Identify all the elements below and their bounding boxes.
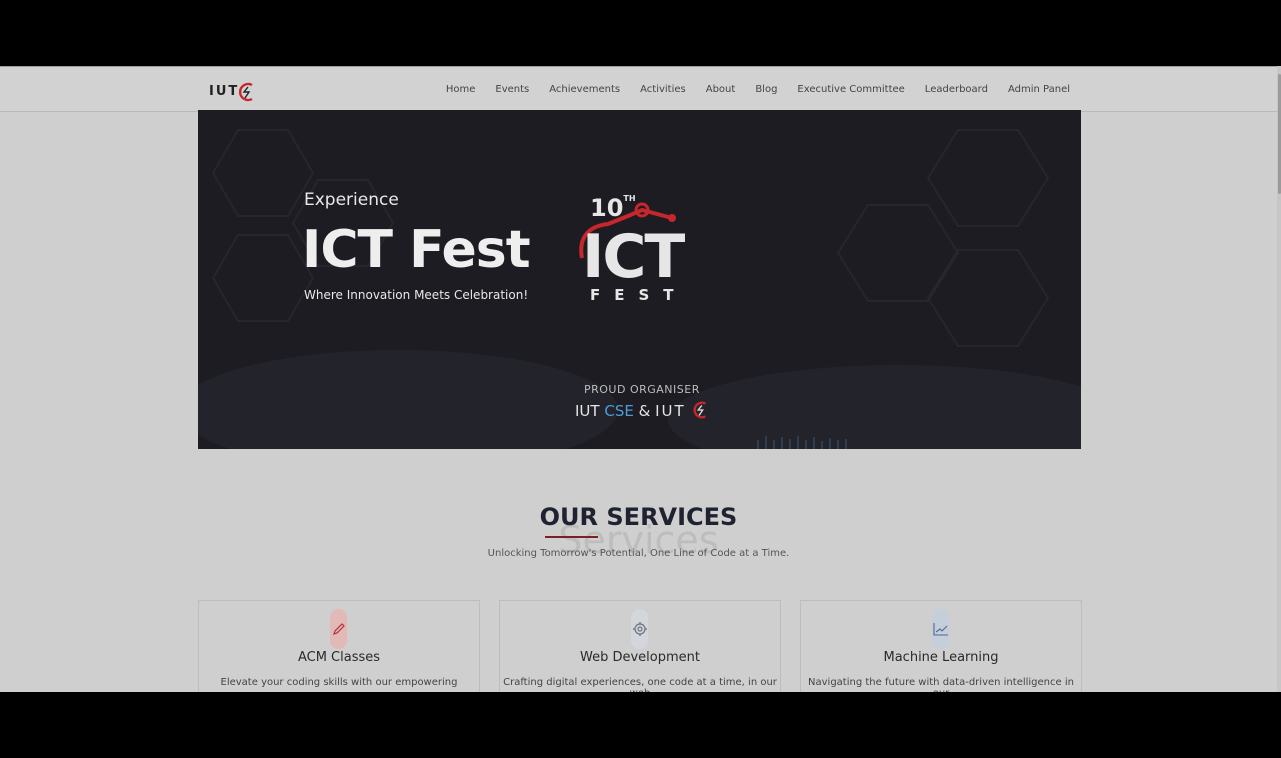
- chart-icon: [932, 609, 949, 649]
- service-card-machine-learning[interactable]: Machine Learning Navigating the future w…: [800, 600, 1082, 692]
- badge-10th: 10TH: [590, 194, 636, 222]
- nav-link-executive-committee[interactable]: Executive Committee: [797, 84, 904, 95]
- services-subtitle: Unlocking Tomorrow's Potential, One Line…: [487, 548, 790, 559]
- org-iutcs: IUT: [655, 402, 686, 420]
- logo-c-mark: [239, 82, 253, 102]
- org-iut: IUT: [575, 402, 600, 420]
- nav-link-admin-panel[interactable]: Admin Panel: [1008, 84, 1070, 95]
- navbar: IUT Home Events Achievements Activities …: [0, 66, 1277, 112]
- service-card-title: Machine Learning: [883, 650, 999, 665]
- service-card-acm[interactable]: ACM Classes Elevate your coding skills w…: [198, 600, 480, 692]
- nav-link-blog[interactable]: Blog: [755, 84, 777, 95]
- browser-bottom-bar: [0, 692, 1281, 758]
- nav-link-events[interactable]: Events: [495, 84, 529, 95]
- hero-experience-text: Experience: [304, 190, 399, 210]
- services-title-underline: [545, 536, 598, 538]
- nav-link-achievements[interactable]: Achievements: [549, 84, 620, 95]
- gear-icon: [631, 609, 648, 649]
- nav-link-home[interactable]: Home: [446, 84, 476, 95]
- hero-banner: Experience ICT Fest Where Innovation Mee…: [198, 110, 1081, 449]
- badge-ict: ICT: [582, 222, 685, 292]
- page-viewport: IUT Home Events Achievements Activities …: [0, 66, 1281, 692]
- proud-organiser-label: PROUD ORGANISER: [584, 383, 700, 396]
- org-cse: CSE: [604, 402, 634, 420]
- organiser-logos: IUT CSE & IUT: [575, 400, 710, 420]
- browser-top-bar: [0, 0, 1281, 66]
- service-card-title: ACM Classes: [297, 650, 381, 665]
- nav-link-leaderboard[interactable]: Leaderboard: [925, 84, 988, 95]
- pencil-icon: [330, 609, 347, 649]
- org-iutcs-c-mark: [693, 401, 707, 419]
- page-scrollbar[interactable]: [1277, 66, 1281, 692]
- service-card-text: Elevate your coding skills with our empo…: [220, 677, 458, 688]
- service-card-web-development[interactable]: Web Development Crafting digital experie…: [499, 600, 781, 692]
- badge-th-suffix: TH: [623, 194, 636, 203]
- hero-title: ICT Fest: [302, 220, 531, 280]
- service-card-title: Web Development: [580, 650, 700, 665]
- service-card-text: Crafting digital experiences, one code a…: [503, 677, 777, 692]
- badge-10th-number: 10: [590, 194, 624, 222]
- org-amp: &: [638, 402, 651, 420]
- nav-links: Home Events Achievements Activities Abou…: [426, 67, 1070, 111]
- nav-link-about[interactable]: About: [706, 84, 736, 95]
- service-card-text: Navigating the future with data-driven i…: [808, 677, 1074, 692]
- services-title: OUR SERVICES: [539, 503, 738, 531]
- site-logo[interactable]: IUT: [209, 81, 261, 107]
- hero-subtitle: Where Innovation Meets Celebration!: [304, 288, 529, 302]
- badge-fest: FEST: [590, 286, 688, 304]
- nav-link-activities[interactable]: Activities: [640, 84, 686, 95]
